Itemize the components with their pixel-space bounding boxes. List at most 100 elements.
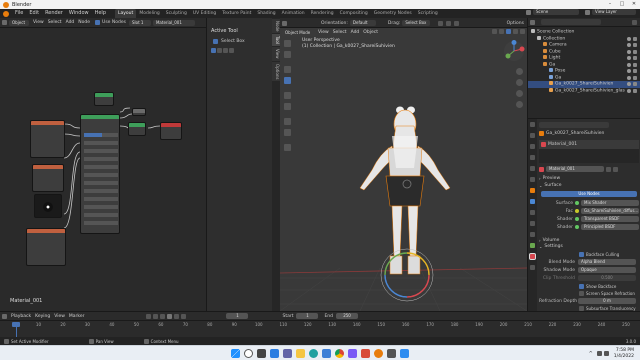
volume-section[interactable]: Volume <box>543 238 560 243</box>
sidebar-tab-options[interactable]: Options <box>272 61 280 82</box>
wifi-icon[interactable] <box>596 351 602 356</box>
image-texture-node-2[interactable] <box>32 164 64 192</box>
workspace-tab-layout[interactable]: Layout <box>115 9 137 18</box>
workspace-tab-geometry-nodes[interactable]: Geometry Nodes <box>371 9 415 18</box>
mode-icon-2[interactable] <box>217 48 222 53</box>
menu-window[interactable]: Window <box>66 9 92 18</box>
surface-section[interactable]: Surface <box>544 183 561 188</box>
clip-threshold-field[interactable]: 0.500 <box>578 275 636 281</box>
end-frame-field[interactable]: 250 <box>336 313 359 319</box>
use-nodes-button[interactable]: Use Nodes <box>541 191 637 197</box>
menu-edit[interactable]: Edit <box>26 9 42 18</box>
edge-browser-icon[interactable] <box>309 348 318 358</box>
sidebar-tab-view[interactable]: View <box>272 47 280 61</box>
minimize-button[interactable]: – <box>604 0 616 9</box>
workspace-tab-uv-editing[interactable]: UV Editing <box>190 9 219 18</box>
widgets-icon[interactable] <box>270 348 279 358</box>
app-icon-3[interactable] <box>387 348 396 358</box>
timeline-menu-view[interactable]: View <box>52 312 67 321</box>
preview-chevron-icon[interactable]: › <box>539 176 541 181</box>
physics-tab-icon[interactable] <box>530 221 535 226</box>
proportional-icon[interactable] <box>454 20 460 26</box>
app-icon-2[interactable] <box>361 348 370 358</box>
render-camera-icon[interactable] <box>633 75 637 80</box>
workspace-tab-animation[interactable]: Animation <box>279 9 308 18</box>
tray-chevron-icon[interactable]: ^ <box>589 351 593 357</box>
clock-time[interactable]: 7:58 PM <box>614 348 634 354</box>
render-camera-icon[interactable] <box>633 56 637 60</box>
render-camera-icon[interactable] <box>633 49 637 54</box>
maximize-button[interactable]: □ <box>616 0 628 9</box>
slot-dropdown[interactable]: Slot 1 <box>128 19 151 26</box>
surface-chevron-icon[interactable]: ⌄ <box>539 183 542 188</box>
chrome-icon[interactable] <box>335 348 344 358</box>
surface-row-value[interactable]: Transparent BSDF <box>581 216 639 222</box>
material-output-node[interactable] <box>160 122 182 140</box>
jump-start-icon[interactable] <box>146 313 152 319</box>
texture-preview-node[interactable] <box>34 194 62 218</box>
timeline-ruler[interactable]: 0102030405060708090100110120130140150160… <box>0 322 640 338</box>
constraints-tab-icon[interactable] <box>530 232 535 237</box>
sidebar-tab-node[interactable]: Node <box>272 19 280 34</box>
node-menu-select[interactable]: Select <box>46 18 64 27</box>
workspace-tab-compositing[interactable]: Compositing <box>337 9 371 18</box>
blend-mode-dropdown[interactable]: Alpha Blend <box>578 259 636 265</box>
outliner-search[interactable] <box>541 19 601 25</box>
surface-row-value[interactable]: Mix Shader <box>581 200 639 206</box>
close-button[interactable]: ✕ <box>628 0 640 9</box>
mode-icon-4[interactable] <box>229 48 234 53</box>
preview-section[interactable]: Preview <box>543 176 561 181</box>
play-reverse-icon[interactable] <box>160 313 166 319</box>
view-layer-selector[interactable]: View Layer <box>592 9 636 15</box>
volume-icon[interactable] <box>603 351 609 356</box>
material-name-field[interactable]: Material_001 <box>546 166 604 172</box>
timeline-menu-playback[interactable]: Playback <box>9 312 33 321</box>
3d-viewport[interactable]: Object Mode View Select Add Object User Per… <box>280 28 527 311</box>
visibility-eye-icon[interactable] <box>627 49 631 54</box>
menu-render[interactable]: Render <box>42 9 66 18</box>
render-tab-icon[interactable] <box>530 133 535 138</box>
new-material-icon[interactable] <box>613 166 618 172</box>
image-texture-node-3[interactable] <box>26 228 66 266</box>
task-view-icon[interactable] <box>257 348 266 358</box>
visibility-eye-icon[interactable] <box>627 69 631 73</box>
material-browse-icon[interactable] <box>539 166 544 172</box>
render-camera-icon[interactable] <box>633 88 637 93</box>
material-slot-name[interactable]: Material_001 <box>548 142 577 147</box>
fake-user-icon[interactable] <box>606 166 611 172</box>
visibility-eye-icon[interactable] <box>627 56 631 60</box>
show-backface-checkbox[interactable] <box>579 284 584 289</box>
current-frame-field[interactable]: 1 <box>226 313 249 319</box>
render-camera-icon[interactable] <box>633 69 637 73</box>
modifier-tab-icon[interactable] <box>530 199 535 204</box>
mix-shader-node[interactable] <box>128 122 146 136</box>
surface-row-value[interactable]: Principled BSDF <box>581 224 639 230</box>
timeline-editor-icon[interactable] <box>2 313 7 319</box>
workspace-tab-texture-paint[interactable]: Texture Paint <box>219 9 254 18</box>
drag-dropdown[interactable]: Select Box <box>402 20 431 26</box>
mode-icon-3[interactable] <box>223 48 228 53</box>
node-menu-view[interactable]: View <box>31 18 46 27</box>
workspace-tab-shading[interactable]: Shading <box>254 9 278 18</box>
start-frame-field[interactable]: 1 <box>296 313 319 319</box>
surface-row-value[interactable]: Ga_ShareiSuhivien_diffus... <box>581 208 639 214</box>
settings-chevron-icon[interactable]: ⌄ <box>539 244 542 249</box>
prev-key-icon[interactable] <box>153 313 159 319</box>
select-box-tool-icon[interactable] <box>213 39 218 44</box>
visibility-eye-icon[interactable] <box>627 75 631 80</box>
blender-taskbar-icon[interactable] <box>374 348 383 358</box>
menu-file[interactable]: File <box>12 9 26 18</box>
image-texture-node-1[interactable] <box>30 120 65 158</box>
object-tab-icon[interactable] <box>530 188 535 193</box>
node-menu-node[interactable]: Node <box>76 18 92 27</box>
viewport-editor-type-icon[interactable] <box>282 20 287 26</box>
render-camera-icon[interactable] <box>633 36 637 41</box>
render-camera-icon[interactable] <box>633 82 637 86</box>
workspace-tab-scripting[interactable]: Scripting <box>415 9 441 18</box>
world-tab-icon[interactable] <box>530 177 535 182</box>
scene-selector[interactable]: Scene <box>533 9 579 15</box>
mode-icon-1[interactable] <box>211 48 216 53</box>
timeline-menu-keying[interactable]: Keying <box>33 312 52 321</box>
editor-type-icon[interactable] <box>2 20 7 25</box>
data-tab-icon[interactable] <box>530 243 535 248</box>
